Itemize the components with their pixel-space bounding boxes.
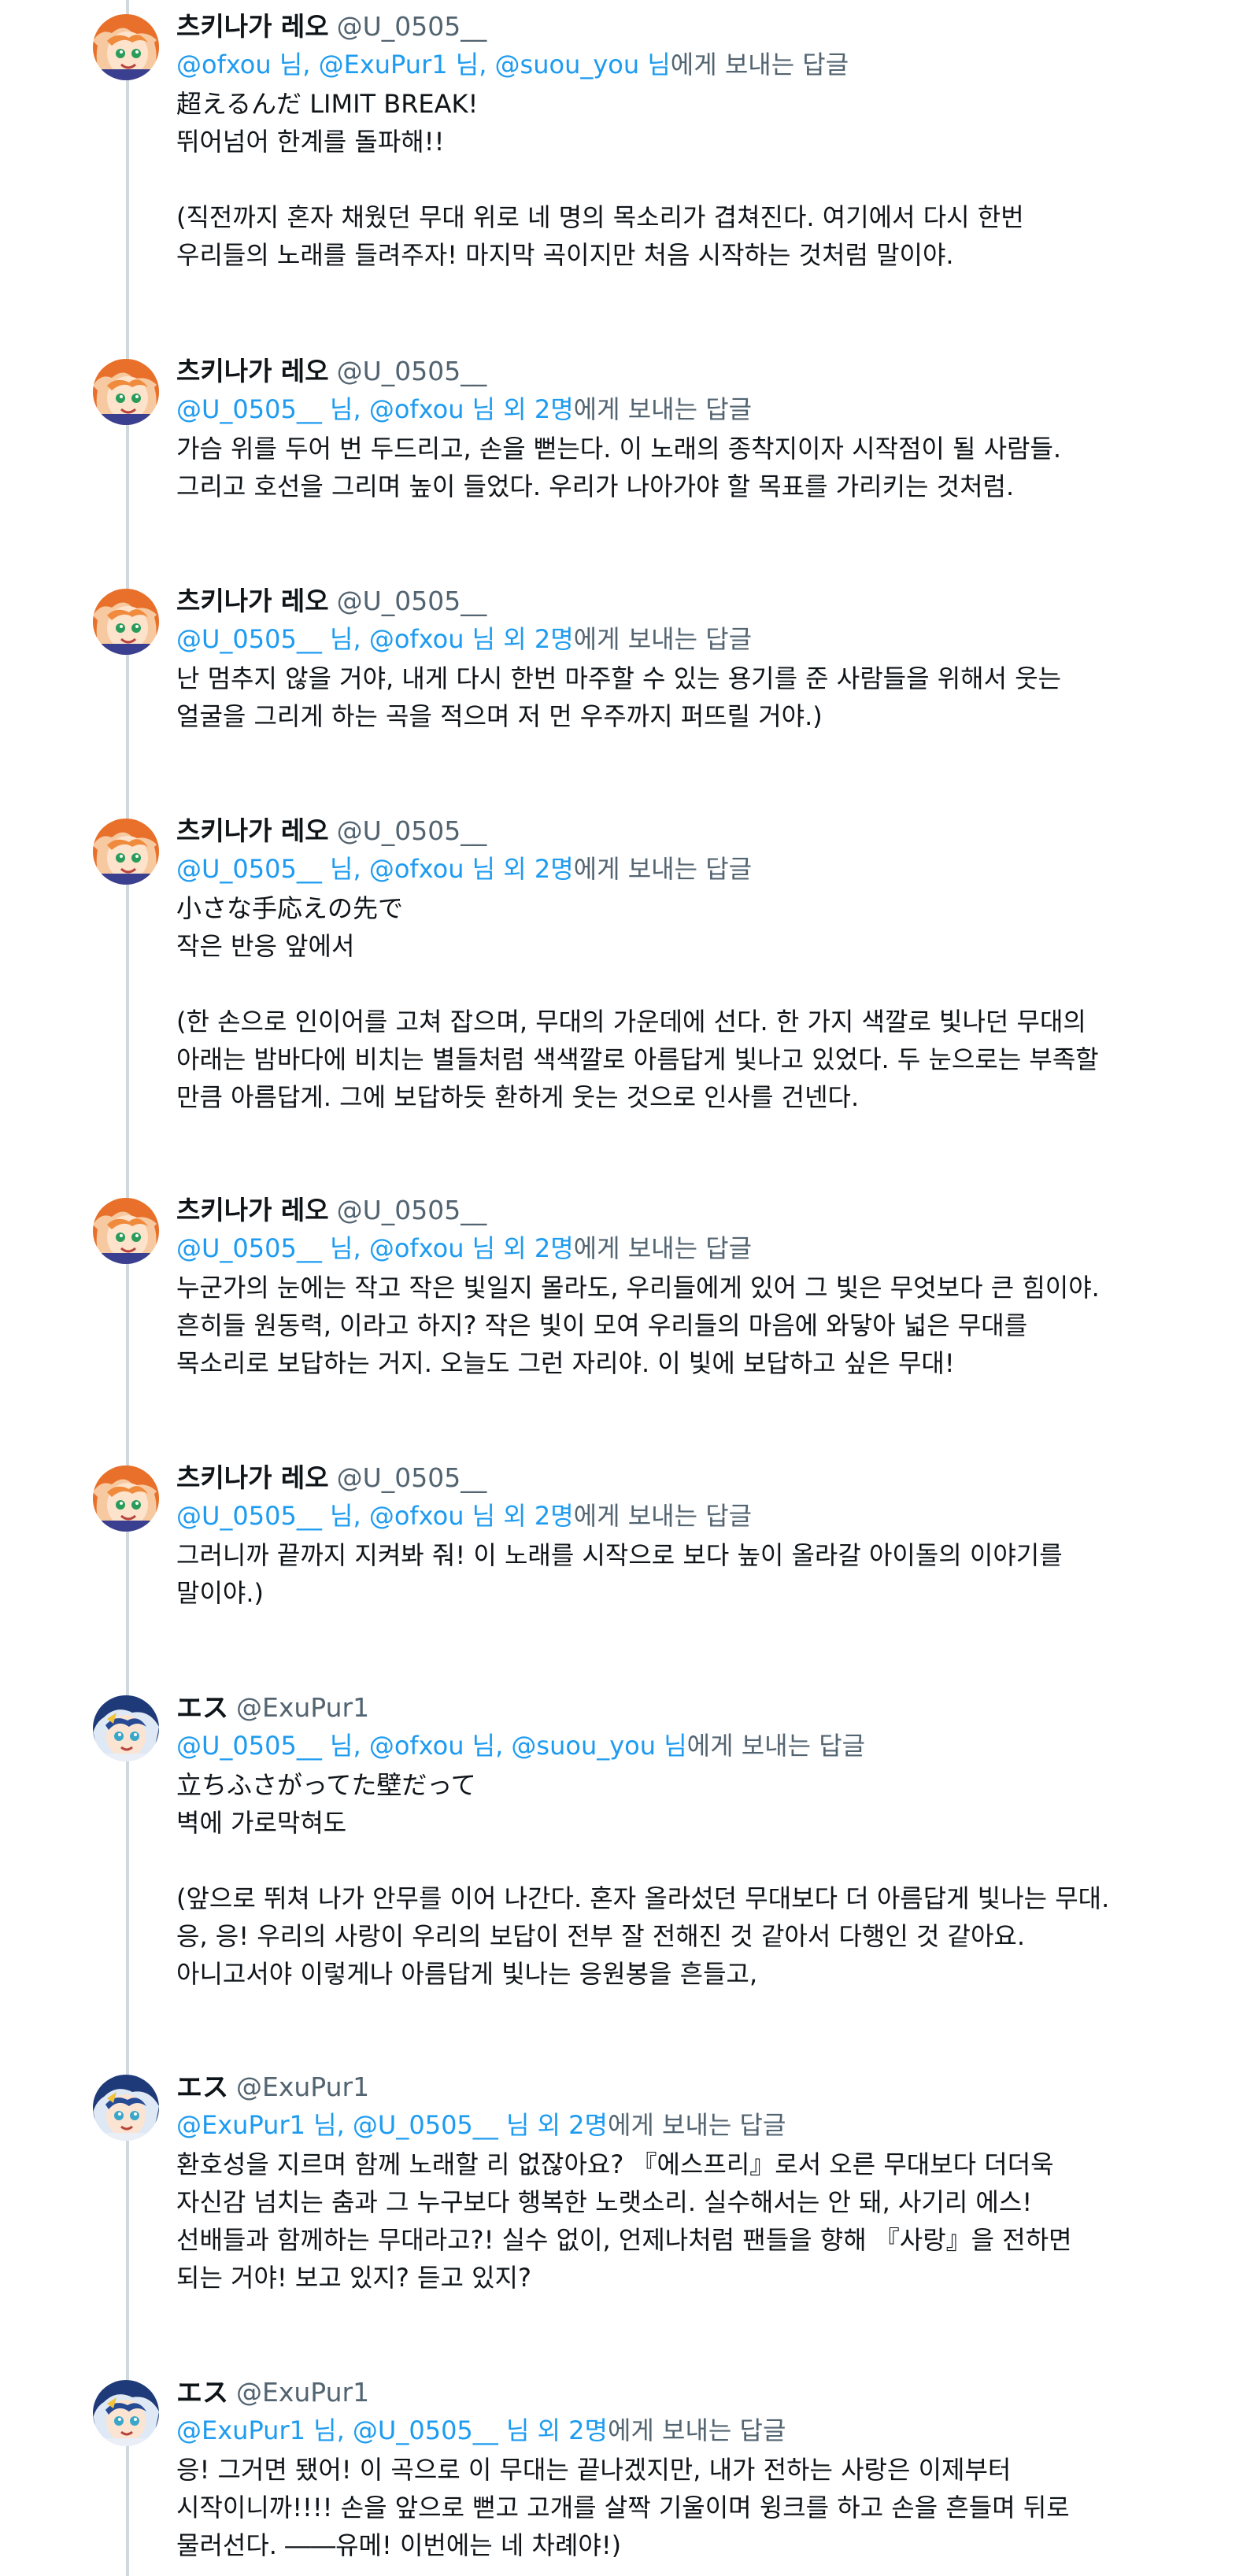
reply-mention-links[interactable]: @ExuPur1 님, @U_0505__ 님 외 2명	[176, 2415, 608, 2445]
tweet-header: 츠키나가 레오 @U_0505__	[176, 812, 1200, 850]
avatar[interactable]	[93, 819, 159, 885]
tweet-header: 츠키나가 레오 @U_0505__	[176, 353, 1200, 390]
display-name[interactable]: 츠키나가 레오	[176, 815, 329, 846]
replying-to: @U_0505__ 님, @ofxou 님 외 2명에게 보내는 답글	[176, 1497, 1200, 1535]
tweet-text: 난 멈추지 않을 거야, 내게 다시 한번 마주할 수 있는 용기를 준 사람들…	[176, 663, 1062, 731]
tweet-header: エス @ExuPur1	[176, 1689, 1200, 1727]
reply-suffix-label: 에게 보내는 답글	[670, 50, 849, 79]
reply-mention-links[interactable]: @U_0505__ 님, @ofxou 님 외 2명	[176, 1501, 574, 1531]
reply-suffix-label: 에게 보내는 답글	[573, 394, 753, 424]
replying-to: @ofxou 님, @ExuPur1 님, @suou_you 님에게 보내는 …	[176, 46, 1200, 83]
reply-mention-links[interactable]: @ofxou 님, @ExuPur1 님, @suou_you 님	[176, 50, 671, 79]
avatar[interactable]	[93, 1695, 159, 1761]
display-name[interactable]: エス	[176, 1692, 228, 1723]
user-handle[interactable]: @U_0505__	[337, 11, 487, 42]
tweet-text: 가슴 위를 두어 번 두드리고, 손을 뻗는다. 이 노래의 종착지이자 시작점…	[176, 434, 1062, 501]
replying-to: @U_0505__ 님, @ofxou 님 외 2명에게 보내는 답글	[176, 620, 1200, 658]
tweet-header: 츠키나가 레오 @U_0505__	[176, 8, 1200, 46]
avatar[interactable]	[93, 1465, 159, 1532]
avatar[interactable]	[93, 359, 159, 425]
user-handle[interactable]: @ExuPur1	[236, 2072, 369, 2102]
user-handle[interactable]: @U_0505__	[337, 586, 487, 616]
tweet-body: 츠키나가 레오 @U_0505__ @U_0505__ 님, @ofxou 님 외 …	[176, 1459, 1200, 1612]
tweet-text: 환호성을 지르며 함께 노래할 리 없잖아요? 『에스프리』로서 오른 무대보다…	[176, 2149, 1072, 2293]
replying-to: @U_0505__ 님, @ofxou 님 외 2명에게 보내는 답글	[176, 390, 1200, 428]
tweet-text: 누군가의 눈에는 작고 작은 빛일지 몰라도, 우리들에게 있어 그 빛은 무엇…	[176, 1273, 1100, 1378]
display-name[interactable]: 츠키나가 레오	[176, 1195, 329, 1225]
tweet-text: 그러니까 끝까지 지켜봐 줘! 이 노래를 시작으로 보다 높이 올라갈 아이돌…	[176, 1540, 1063, 1608]
tweet-body: 츠키나가 레오 @U_0505__ @U_0505__ 님, @ofxou 님 외 …	[176, 353, 1200, 505]
reply-suffix-label: 에게 보내는 답글	[573, 624, 753, 654]
reply-mention-links[interactable]: @U_0505__ 님, @ofxou 님 외 2명	[176, 394, 574, 424]
reply-mention-links[interactable]: @ExuPur1 님, @U_0505__ 님 외 2명	[176, 2110, 608, 2140]
tweet-text: 응! 그거면 됐어! 이 곡으로 이 무대는 끝나겠지만, 내가 전하는 사랑은…	[176, 2455, 1070, 2560]
tweet-text: 立ちふさがってた壁だって 벽에 가로막혀도 (앞으로 뛰쳐 나가 안무를 이어 …	[176, 1770, 1110, 1989]
avatar[interactable]	[93, 2380, 159, 2446]
reply-suffix-label: 에게 보내는 답글	[573, 854, 753, 884]
avatar[interactable]	[93, 14, 159, 80]
user-handle[interactable]: @U_0505__	[337, 1462, 487, 1493]
tweet-thread: 츠키나가 레오 @U_0505__ @ofxou 님, @ExuPur1 님, @s…	[0, 0, 1254, 2576]
tweet-header: 츠키나가 레오 @U_0505__	[176, 582, 1200, 620]
user-handle[interactable]: @U_0505__	[337, 1195, 487, 1225]
tweet-header: エス @ExuPur1	[176, 2068, 1200, 2106]
user-handle[interactable]: @ExuPur1	[236, 2377, 369, 2408]
tweet-text: 小さな手応えの先で 작은 반응 앞에서 (한 손으로 인이어를 고쳐 잡으며, …	[176, 893, 1099, 1112]
replying-to: @ExuPur1 님, @U_0505__ 님 외 2명에게 보내는 답글	[176, 2106, 1200, 2144]
user-handle[interactable]: @U_0505__	[337, 815, 487, 846]
tweet-body: 츠키나가 레오 @U_0505__ @U_0505__ 님, @ofxou 님 외 …	[176, 582, 1200, 735]
tweet-body: 츠키나가 레오 @U_0505__ @U_0505__ 님, @ofxou 님 외 …	[176, 812, 1200, 1116]
reply-mention-links[interactable]: @U_0505__ 님, @ofxou 님 외 2명	[176, 854, 574, 884]
replying-to: @ExuPur1 님, @U_0505__ 님 외 2명에게 보내는 답글	[176, 2412, 1200, 2449]
tweet-body: エス @ExuPur1 @ExuPur1 님, @U_0505__ 님 외 2명에게…	[176, 2068, 1200, 2297]
display-name[interactable]: 츠키나가 레오	[176, 1462, 329, 1493]
display-name[interactable]: 츠키나가 레오	[176, 11, 329, 42]
display-name[interactable]: 츠키나가 레오	[176, 356, 329, 386]
avatar[interactable]	[93, 589, 159, 655]
tweet-body: エス @ExuPur1 @ExuPur1 님, @U_0505__ 님 외 2명에게…	[176, 2374, 1200, 2564]
tweet-header: 츠키나가 레오 @U_0505__	[176, 1192, 1200, 1229]
reply-suffix-label: 에게 보내는 답글	[573, 1233, 753, 1263]
reply-mention-links[interactable]: @U_0505__ 님, @ofxou 님, @suou_you 님	[176, 1731, 687, 1761]
avatar[interactable]	[93, 1198, 159, 1264]
tweet-header: 츠키나가 레오 @U_0505__	[176, 1459, 1200, 1497]
reply-mention-links[interactable]: @U_0505__ 님, @ofxou 님 외 2명	[176, 624, 574, 654]
reply-suffix-label: 에게 보내는 답글	[607, 2415, 786, 2445]
replying-to: @U_0505__ 님, @ofxou 님, @suou_you 님에게 보내는…	[176, 1727, 1200, 1765]
reply-suffix-label: 에게 보내는 답글	[573, 1501, 753, 1531]
replying-to: @U_0505__ 님, @ofxou 님 외 2명에게 보내는 답글	[176, 850, 1200, 888]
reply-suffix-label: 에게 보내는 답글	[686, 1731, 866, 1761]
replying-to: @U_0505__ 님, @ofxou 님 외 2명에게 보내는 답글	[176, 1229, 1200, 1267]
reply-suffix-label: 에게 보내는 답글	[607, 2110, 786, 2140]
tweet-body: 츠키나가 레오 @U_0505__ @ofxou 님, @ExuPur1 님, @s…	[176, 8, 1200, 274]
reply-mention-links[interactable]: @U_0505__ 님, @ofxou 님 외 2명	[176, 1233, 574, 1263]
display-name[interactable]: 츠키나가 레오	[176, 586, 329, 616]
user-handle[interactable]: @ExuPur1	[236, 1692, 369, 1723]
tweet-text: 超えるんだ LIMIT BREAK! 뛰어넘어 한계를 돌파해!! (직전까지 …	[176, 89, 1024, 270]
avatar[interactable]	[93, 2075, 159, 2141]
display-name[interactable]: エス	[176, 2072, 228, 2102]
tweet-body: エス @ExuPur1 @U_0505__ 님, @ofxou 님, @suou_y…	[176, 1689, 1200, 1993]
tweet-body: 츠키나가 레오 @U_0505__ @U_0505__ 님, @ofxou 님 외 …	[176, 1192, 1200, 1382]
user-handle[interactable]: @U_0505__	[337, 356, 487, 386]
display-name[interactable]: エス	[176, 2377, 228, 2408]
tweet-header: エス @ExuPur1	[176, 2374, 1200, 2412]
